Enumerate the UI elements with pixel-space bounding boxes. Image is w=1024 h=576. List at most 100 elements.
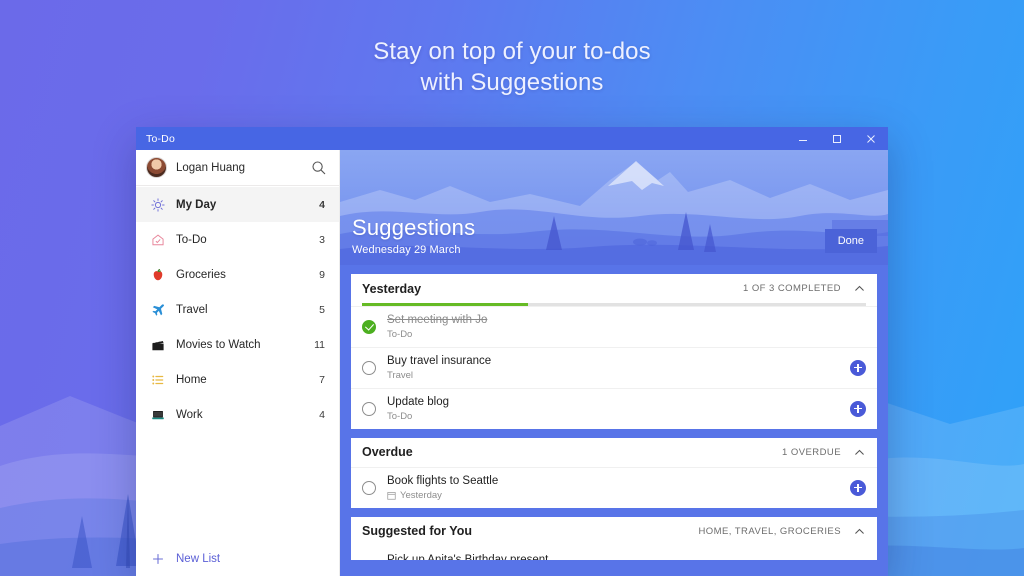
sidebar-item-home[interactable]: Home 7: [136, 362, 339, 397]
promo-headline: Stay on top of your to-dos with Suggesti…: [0, 36, 1024, 98]
airplane-icon-svg: [151, 303, 164, 316]
laptop-icon-svg: [151, 410, 164, 419]
sidebar-item-to-do[interactable]: To-Do 3: [136, 222, 339, 257]
sidebar-item-count: 11: [314, 338, 325, 351]
card-title: Suggested for You: [362, 524, 472, 538]
todo-app-window: To-Do Logan Huang My Day 4 To-Do 3 Groce…: [136, 127, 888, 576]
card-meta: HOME, TRAVEL, GROCERIES: [698, 525, 841, 537]
task-checkbox[interactable]: [362, 480, 376, 495]
card-title: Overdue: [362, 445, 413, 459]
house-check-icon: [149, 233, 166, 247]
new-list-button[interactable]: New List: [136, 542, 339, 576]
sidebar: Logan Huang My Day 4 To-Do 3 Groceries 9…: [136, 150, 340, 576]
laptop-icon: [149, 408, 166, 422]
task-row[interactable]: Update blog To-Do: [351, 387, 877, 429]
hero-text: Suggestions Wednesday 29 March: [352, 215, 475, 256]
card-suggested-for-you: Suggested for You HOME, TRAVEL, GROCERIE…: [351, 516, 877, 560]
sidebar-item-label: My Day: [176, 198, 217, 211]
task-sublabel-text: To-Do: [387, 410, 413, 422]
chevron-up-icon[interactable]: [853, 446, 866, 459]
task-meta: Buy travel insurance Travel: [387, 354, 850, 382]
promo-line-1: Stay on top of your to-dos: [373, 38, 651, 65]
plus-icon-svg: [152, 554, 163, 564]
search-icon[interactable]: [311, 160, 327, 176]
avatar: [146, 157, 167, 178]
chevron-up-icon[interactable]: [853, 282, 866, 295]
account-name: Logan Huang: [176, 161, 246, 174]
sidebar-item-count: 4: [319, 198, 325, 211]
task-name: Set meeting with Jo: [387, 313, 488, 326]
sidebar-item-work[interactable]: Work 4: [136, 397, 339, 432]
house-check-icon-svg: [151, 233, 164, 245]
task-meta: Book flights to Seattle Yesterday: [387, 474, 850, 502]
task-name: Buy travel insurance: [387, 354, 492, 367]
minimize-icon: [799, 139, 807, 141]
sidebar-item-label: Work: [176, 408, 203, 421]
sidebar-item-label: Travel: [176, 303, 208, 316]
page-title: Suggestions: [352, 215, 476, 240]
task-row[interactable]: Buy travel insurance Travel: [351, 346, 877, 388]
account-row[interactable]: Logan Huang: [136, 150, 339, 186]
task-name: Book flights to Seattle: [387, 474, 499, 487]
calendar-icon: [387, 491, 396, 500]
sidebar-item-count: 5: [319, 303, 325, 316]
minimize-button[interactable]: [786, 127, 820, 150]
sidebar-item-count: 9: [319, 268, 325, 281]
card-header: Yesterday 1 OF 3 COMPLETED: [351, 274, 877, 303]
sidebar-item-count: 3: [319, 233, 325, 246]
promo-line-2: with Suggestions: [420, 69, 604, 96]
plus-icon: [149, 552, 166, 566]
card-overdue: Overdue 1 OVERDUE Book flights to Seattl…: [351, 437, 877, 508]
sun-icon: [149, 197, 166, 212]
list-icon: [149, 373, 166, 387]
card-meta: 1 OVERDUE: [782, 446, 841, 458]
sidebar-item-label: Movies to Watch: [176, 338, 261, 351]
apple-icon-svg: [153, 268, 162, 280]
sidebar-item-groceries[interactable]: Groceries 9: [136, 257, 339, 292]
maximize-button[interactable]: [820, 127, 854, 150]
clapperboard-icon-svg: [151, 339, 164, 350]
window-titlebar: To-Do: [136, 127, 888, 150]
sidebar-item-movies-to-watch[interactable]: Movies to Watch 11: [136, 327, 339, 362]
airplane-icon: [149, 303, 166, 317]
task-sublabel-text: To-Do: [387, 328, 413, 340]
task-checkbox-checked[interactable]: [362, 319, 376, 334]
window-body: Logan Huang My Day 4 To-Do 3 Groceries 9…: [136, 150, 888, 576]
window-title: To-Do: [146, 132, 176, 145]
card-meta: 1 OF 3 COMPLETED: [743, 283, 841, 294]
task-sublabel: Travel: [387, 369, 850, 382]
task-sublabel-text: Travel: [387, 369, 414, 381]
hero-banner: Suggestions Wednesday 29 March Done: [340, 150, 888, 265]
main-pane: Suggestions Wednesday 29 March Done Yest…: [340, 150, 888, 576]
task-sublabel: To-Do: [387, 410, 850, 423]
clipped-task-row[interactable]: Pick up Anita's Birthday present: [351, 546, 877, 560]
task-meta: Update blog To-Do: [387, 395, 850, 423]
apple-icon: [149, 268, 166, 282]
task-checkbox[interactable]: [362, 360, 376, 375]
task-name: Pick up Anita's Birthday present: [387, 553, 549, 560]
sidebar-item-count: 7: [319, 373, 325, 386]
maximize-icon: [833, 134, 841, 143]
add-task-button[interactable]: [850, 359, 866, 376]
task-name: Update blog: [387, 395, 450, 408]
sidebar-item-my-day[interactable]: My Day 4: [136, 187, 339, 222]
sidebar-item-travel[interactable]: Travel 5: [136, 292, 339, 327]
card-header: Suggested for You HOME, TRAVEL, GROCERIE…: [351, 517, 877, 546]
sidebar-item-label: Groceries: [176, 268, 226, 281]
add-task-button[interactable]: [850, 400, 866, 417]
hero-date: Wednesday 29 March: [352, 244, 461, 256]
task-sublabel: Yesterday: [387, 489, 850, 502]
chevron-up-icon[interactable]: [853, 525, 866, 538]
done-button[interactable]: Done: [824, 229, 877, 253]
task-row[interactable]: Set meeting with Jo To-Do: [351, 305, 877, 347]
sun-icon-svg: [150, 197, 165, 212]
close-icon: [867, 134, 875, 143]
task-row[interactable]: Book flights to Seattle Yesterday: [351, 466, 877, 508]
add-task-button[interactable]: [850, 479, 866, 496]
task-sublabel-text: Yesterday: [400, 489, 442, 501]
task-checkbox[interactable]: [362, 401, 376, 416]
card-header: Overdue 1 OVERDUE: [351, 438, 877, 467]
card-title: Yesterday: [362, 281, 422, 296]
suggestion-cards: Yesterday 1 OF 3 COMPLETED Set meeting w…: [340, 265, 888, 576]
close-button[interactable]: [854, 127, 888, 150]
